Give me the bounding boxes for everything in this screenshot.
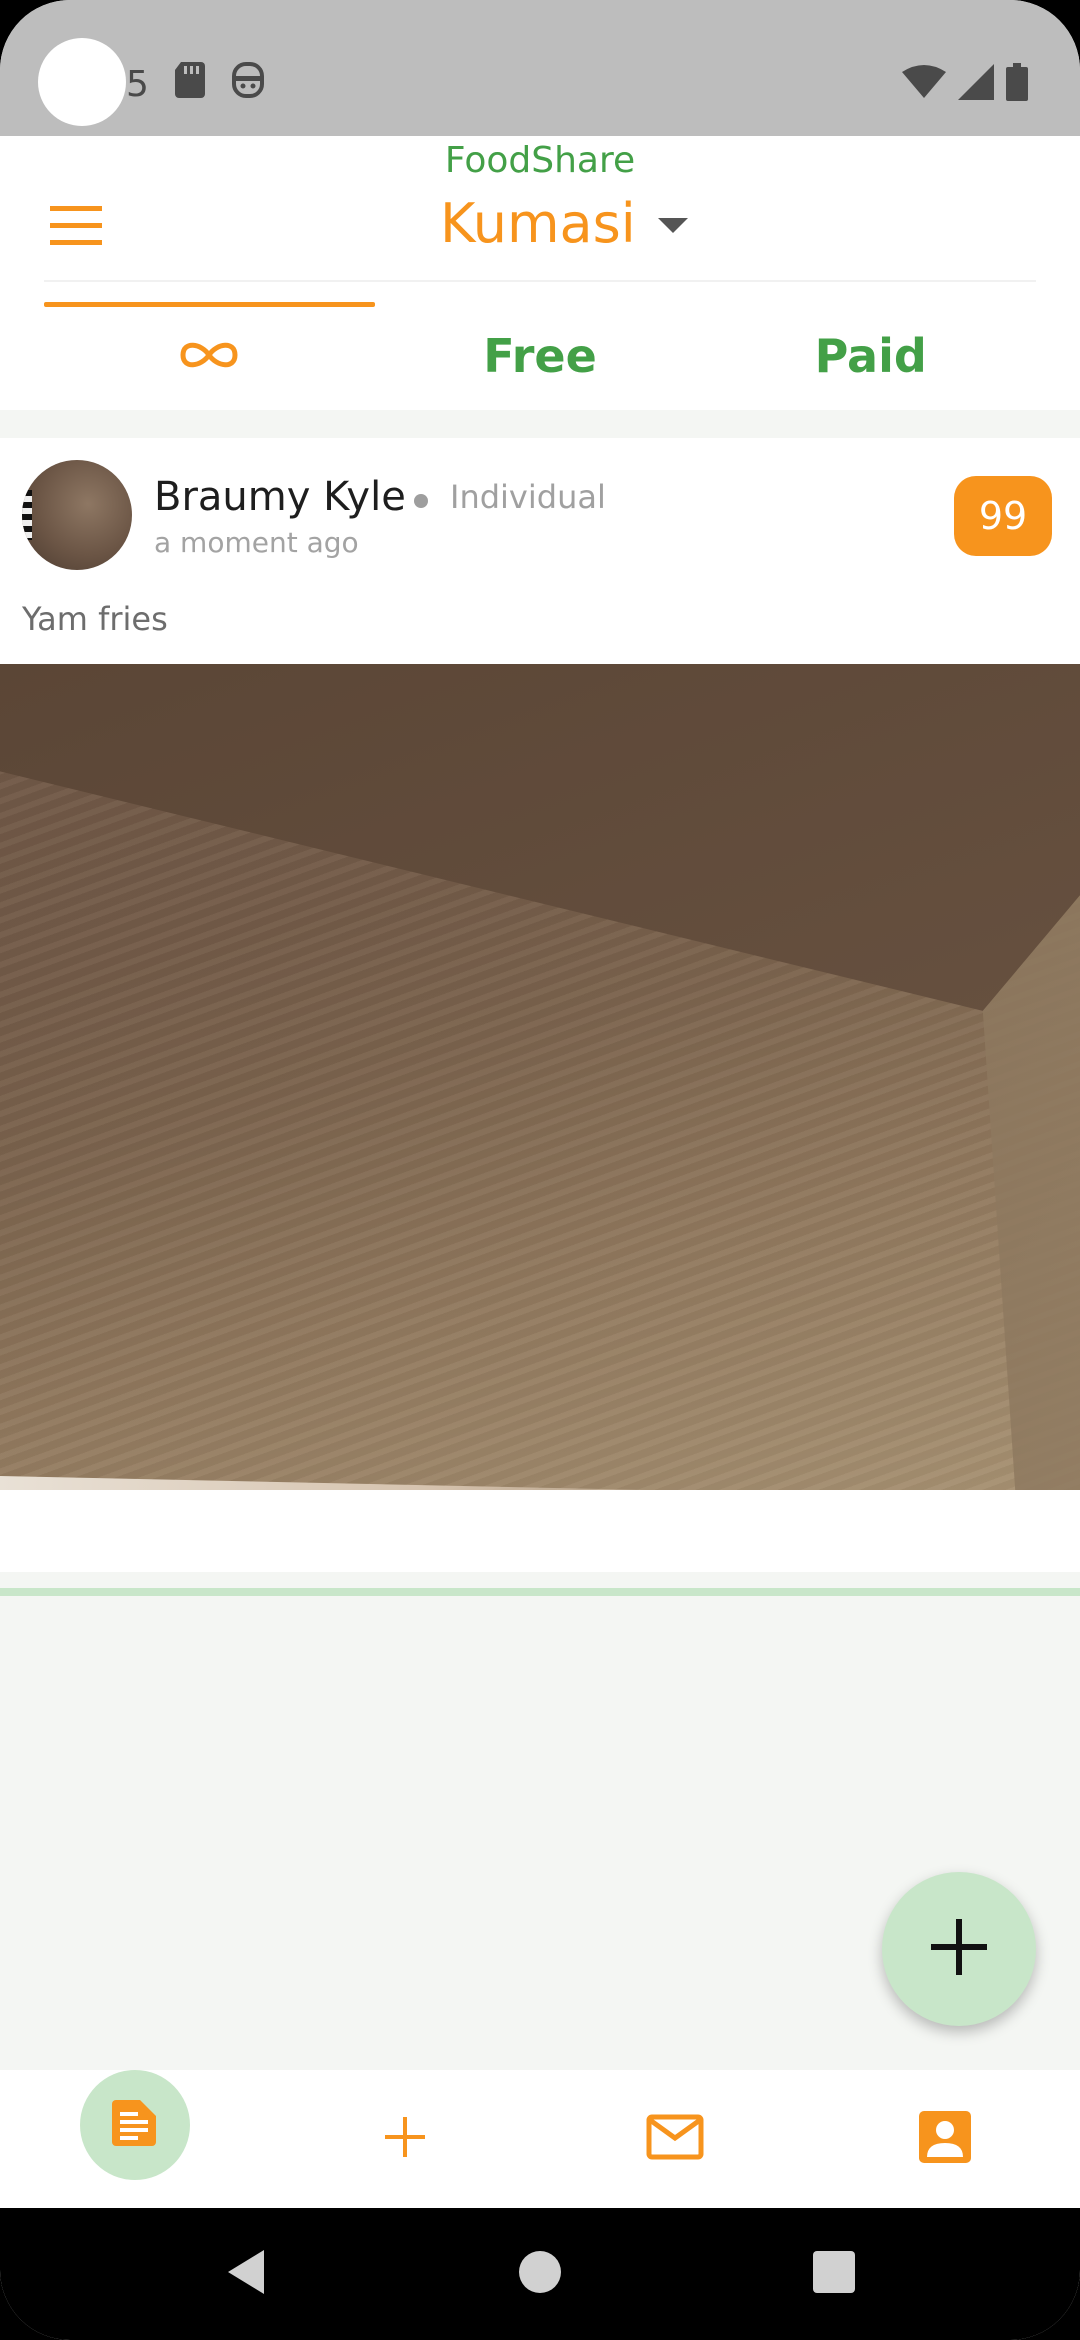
poster-type: Individual (450, 478, 606, 516)
city-selector[interactable]: Kumasi (440, 192, 688, 255)
sd-card-icon (174, 61, 205, 107)
post-title: Yam fries (22, 600, 168, 638)
nav-posts[interactable] (0, 2070, 270, 2208)
plus-icon (385, 2117, 425, 2161)
image-floor-strip (0, 1476, 648, 1490)
add-post-fab[interactable] (882, 1872, 1036, 2026)
app-name: FoodShare (444, 140, 636, 181)
count-badge: 99 (954, 476, 1052, 556)
poster-name[interactable]: Braumy Kyle (154, 474, 406, 520)
list-divider (0, 1588, 1080, 1596)
tab-free[interactable]: Free (375, 302, 706, 410)
separator-dot (414, 494, 428, 508)
cell-signal-icon (958, 64, 994, 104)
image-ceiling-area (0, 664, 1080, 1011)
mail-icon (646, 2114, 704, 2164)
post-image[interactable] (0, 664, 1080, 1490)
recents-button[interactable] (806, 2246, 862, 2302)
camera-cutout (38, 38, 126, 126)
battery-icon (1006, 63, 1028, 105)
account-box-icon (919, 2111, 971, 2167)
status-bar: 5 (0, 0, 1080, 136)
infinity-icon (177, 329, 241, 383)
system-navigation-bar (0, 2208, 1080, 2340)
tab-paid[interactable]: Paid (705, 302, 1036, 410)
nav-profile[interactable] (810, 2070, 1080, 2208)
nav-add[interactable] (270, 2070, 540, 2208)
home-button[interactable] (512, 2246, 568, 2302)
notification-app-icon (231, 61, 265, 108)
post-card[interactable]: Braumy Kyle Individual a moment ago 99 Y… (0, 438, 1080, 1572)
document-icon (110, 2098, 160, 2152)
post-time: a moment ago (154, 526, 359, 559)
app-header: FoodShare Kumasi Free Paid (0, 136, 1080, 410)
plus-icon (929, 1917, 989, 1981)
chevron-down-icon (657, 218, 688, 233)
recents-square-icon (812, 2250, 856, 2298)
tab-all[interactable] (44, 302, 375, 410)
back-button[interactable] (218, 2246, 274, 2302)
header-divider (44, 280, 1036, 282)
back-triangle-icon (224, 2248, 268, 2300)
filter-tabs: Free Paid (44, 302, 1036, 410)
status-right (902, 62, 1028, 106)
status-left: 5 (126, 61, 265, 108)
city-label: Kumasi (440, 192, 636, 255)
nav-active-indicator (80, 2070, 190, 2180)
menu-button[interactable] (44, 196, 108, 260)
wifi-icon (902, 64, 946, 104)
bottom-navigation (0, 2070, 1080, 2208)
status-time: 5 (126, 63, 149, 105)
home-circle-icon (518, 2250, 562, 2298)
nav-messages[interactable] (540, 2070, 810, 2208)
avatar[interactable] (22, 460, 132, 570)
hamburger-menu-icon (50, 206, 102, 250)
app-screen: 5 FoodShare Kumasi Free Paid Braumy Kyle… (0, 0, 1080, 2340)
